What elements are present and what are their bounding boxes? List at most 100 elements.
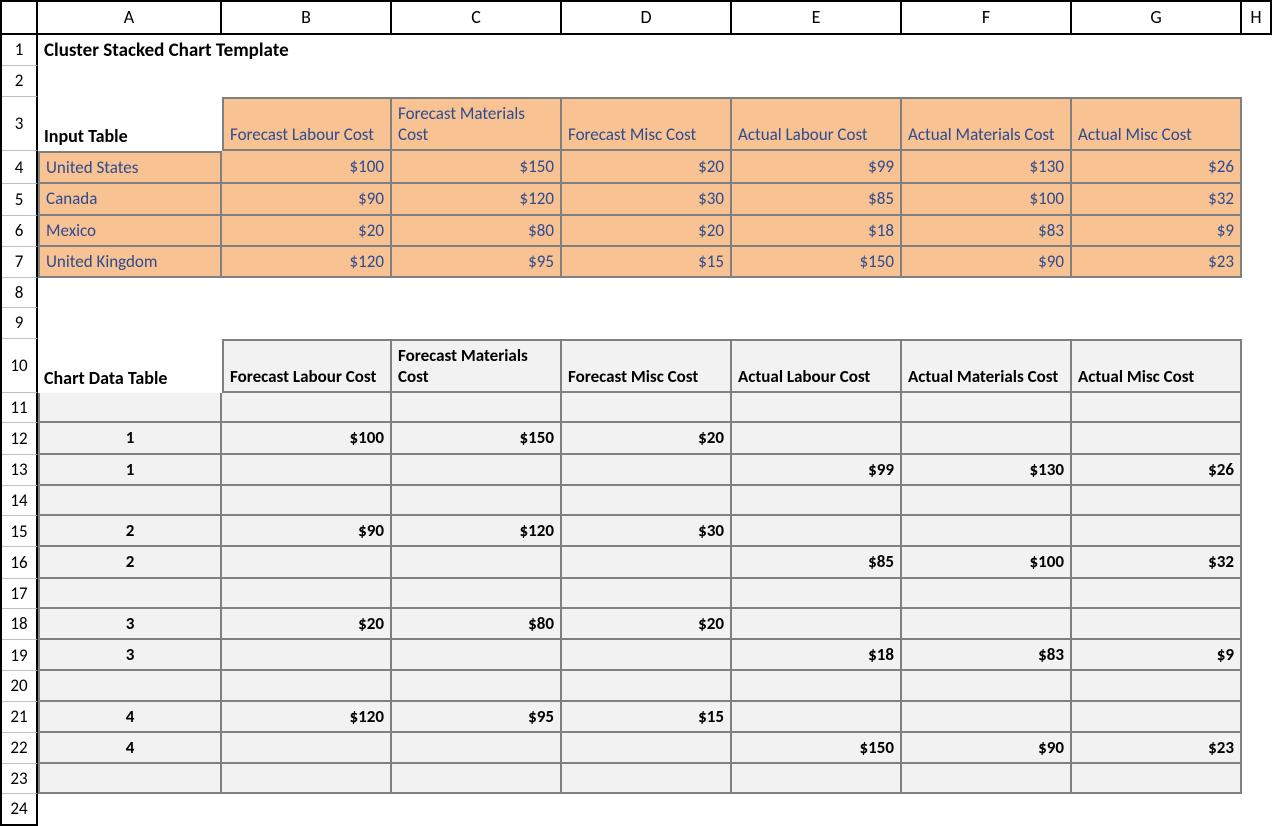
chart-cell-r8-c2[interactable] [392,640,562,671]
chart-cell-r11-c4[interactable]: $150 [732,733,902,764]
empty-cell[interactable] [222,278,392,308]
column-header-f[interactable]: F [902,2,1072,35]
chart-cell-r4-c5[interactable] [902,516,1072,547]
chart-cell-r7-c3[interactable]: $20 [562,609,732,640]
chart-cell-r10-c5[interactable] [902,702,1072,733]
input-cell-r1-c6[interactable]: $32 [1072,184,1242,215]
select-all-corner[interactable] [2,2,38,35]
empty-cell[interactable] [1242,547,1272,578]
chart-cell-r0-c1[interactable] [222,393,392,423]
chart-cell-r2-c3[interactable] [562,455,732,486]
chart-cell-r2-c1[interactable] [222,455,392,486]
chart-header-5[interactable]: Actual Materials Cost [902,339,1072,394]
empty-cell[interactable] [1242,247,1272,278]
empty-cell[interactable] [902,794,1072,825]
input-row-name-2[interactable]: Mexico [38,216,222,247]
empty-cell[interactable] [392,278,562,308]
row-header-6[interactable]: 6 [2,216,38,247]
chart-row-label-4[interactable]: 2 [38,516,222,547]
chart-header-4[interactable]: Actual Labour Cost [732,339,902,394]
chart-cell-r2-c5[interactable]: $130 [902,455,1072,486]
chart-cell-r3-c1[interactable] [222,486,392,516]
chart-cell-r2-c2[interactable] [392,455,562,486]
chart-cell-r1-c5[interactable] [902,423,1072,454]
row-header-24[interactable]: 24 [2,794,38,825]
input-header-4[interactable]: Actual Labour Cost [732,97,902,152]
empty-cell[interactable] [1242,423,1272,454]
empty-cell[interactable] [902,66,1072,96]
row-header-11[interactable]: 11 [2,393,38,423]
empty-cell[interactable] [1242,184,1272,215]
input-row-name-0[interactable]: United States [38,151,222,184]
empty-cell[interactable] [1242,393,1272,423]
input-cell-r1-c2[interactable]: $120 [392,184,562,215]
input-cell-r2-c5[interactable]: $83 [902,216,1072,247]
chart-row-label-2[interactable]: 1 [38,455,222,486]
chart-header-6[interactable]: Actual Misc Cost [1072,339,1242,394]
input-header-2[interactable]: Forecast Materials Cost [392,97,562,152]
chart-cell-r7-c2[interactable]: $80 [392,609,562,640]
column-header-d[interactable]: D [562,2,732,35]
empty-cell[interactable] [732,794,902,825]
chart-cell-r9-c4[interactable] [732,671,902,701]
chart-cell-r4-c2[interactable]: $120 [392,516,562,547]
chart-row-label-10[interactable]: 4 [38,702,222,733]
chart-cell-r0-c3[interactable] [562,393,732,423]
chart-cell-r11-c3[interactable] [562,733,732,764]
row-header-1[interactable]: 1 [2,35,38,67]
input-cell-r2-c6[interactable]: $9 [1072,216,1242,247]
row-header-2[interactable]: 2 [2,66,38,96]
chart-cell-r4-c1[interactable]: $90 [222,516,392,547]
chart-header-1[interactable]: Forecast Labour Cost [222,339,392,394]
input-header-1[interactable]: Forecast Labour Cost [222,97,392,152]
chart-cell-r12-c6[interactable] [1072,764,1242,794]
input-cell-r3-c5[interactable]: $90 [902,247,1072,278]
chart-cell-r8-c1[interactable] [222,640,392,671]
input-row-name-3[interactable]: United Kingdom [38,247,222,278]
column-header-h[interactable]: H [1242,2,1272,35]
empty-cell[interactable] [222,66,392,96]
empty-cell[interactable] [1242,764,1272,794]
chart-header-3[interactable]: Forecast Misc Cost [562,339,732,394]
input-cell-r2-c4[interactable]: $18 [732,216,902,247]
chart-cell-r9-c6[interactable] [1072,671,1242,701]
chart-row-label-6[interactable] [38,579,222,609]
chart-cell-r6-c6[interactable] [1072,579,1242,609]
chart-row-label-11[interactable]: 4 [38,733,222,764]
chart-row-label-9[interactable] [38,671,222,701]
input-cell-r1-c3[interactable]: $30 [562,184,732,215]
empty-cell[interactable] [222,794,392,825]
empty-cell[interactable] [1242,516,1272,547]
input-header-5[interactable]: Actual Materials Cost [902,97,1072,152]
chart-cell-r10-c1[interactable]: $120 [222,702,392,733]
chart-row-label-5[interactable]: 2 [38,547,222,578]
chart-cell-r9-c5[interactable] [902,671,1072,701]
row-header-12[interactable]: 12 [2,423,38,454]
chart-cell-r11-c5[interactable]: $90 [902,733,1072,764]
chart-cell-r1-c4[interactable] [732,423,902,454]
chart-cell-r4-c3[interactable]: $30 [562,516,732,547]
empty-cell[interactable] [1242,216,1272,247]
chart-cell-r7-c1[interactable]: $20 [222,609,392,640]
empty-cell[interactable] [562,278,732,308]
chart-cell-r3-c4[interactable] [732,486,902,516]
row-header-23[interactable]: 23 [2,764,38,794]
chart-row-label-1[interactable]: 1 [38,423,222,454]
row-header-4[interactable]: 4 [2,151,38,184]
input-cell-r3-c4[interactable]: $150 [732,247,902,278]
chart-cell-r6-c3[interactable] [562,579,732,609]
input-cell-r1-c4[interactable]: $85 [732,184,902,215]
chart-cell-r6-c2[interactable] [392,579,562,609]
input-cell-r1-c1[interactable]: $90 [222,184,392,215]
column-header-a[interactable]: A [38,2,222,35]
chart-cell-r12-c3[interactable] [562,764,732,794]
row-header-18[interactable]: 18 [2,609,38,640]
empty-cell[interactable] [392,66,562,96]
chart-cell-r0-c5[interactable] [902,393,1072,423]
chart-row-label-12[interactable] [38,764,222,794]
empty-cell[interactable] [1072,308,1242,338]
empty-cell[interactable] [732,308,902,338]
row-header-5[interactable]: 5 [2,184,38,215]
chart-cell-r0-c4[interactable] [732,393,902,423]
chart-cell-r5-c1[interactable] [222,547,392,578]
